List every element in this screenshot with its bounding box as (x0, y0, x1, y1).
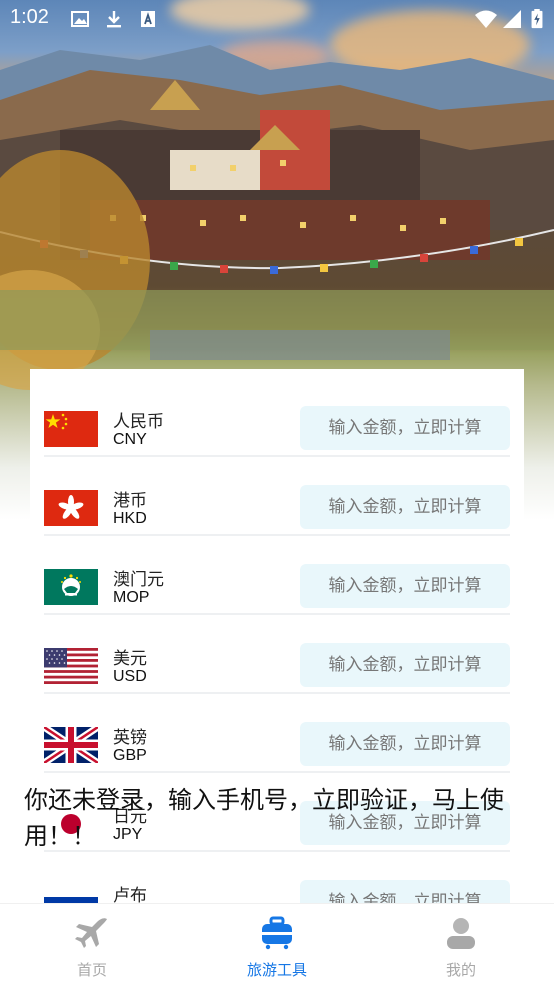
status-bar: 1:02 (0, 0, 554, 38)
nav-label: 首页 (76, 961, 107, 979)
currency-code: CNY (113, 431, 147, 448)
currency-name: 港币 (113, 491, 147, 511)
login-toast: 你还未登录，输入手机号，立即验证，马上使用！！ (24, 786, 504, 850)
bottom-nav: 首页 旅游工具 我的 (0, 903, 554, 985)
download-icon (107, 11, 121, 28)
font-icon (141, 11, 155, 27)
nav-item-home[interactable]: 首页 (32, 904, 152, 985)
status-time: 1:02 (10, 6, 49, 28)
cell-signal-icon (503, 10, 521, 28)
china-flag-icon (44, 411, 98, 447)
image-icon (71, 11, 89, 27)
currency-row-gbp: 英镑 GBP (44, 722, 510, 773)
currency-row-cny: 人民币 CNY (44, 406, 510, 457)
battery-icon (531, 9, 543, 29)
uk-flag-icon (44, 727, 98, 763)
currency-row-usd: 美元 USD (44, 643, 510, 694)
currency-code: HKD (113, 510, 147, 527)
amount-input-mop[interactable] (300, 564, 510, 608)
nav-label: 我的 (445, 961, 476, 979)
amount-input-gbp[interactable] (300, 722, 510, 766)
amount-input-cny[interactable] (300, 406, 510, 450)
amount-input-usd[interactable] (300, 643, 510, 687)
suitcase-icon (262, 916, 292, 950)
currency-code: USD (113, 668, 147, 685)
hong-kong-flag-icon (44, 490, 98, 526)
user-icon (447, 918, 475, 949)
currency-code: GBP (113, 747, 147, 764)
nav-label: 旅游工具 (246, 961, 307, 979)
nav-item-profile[interactable]: 我的 (401, 904, 521, 985)
currency-row-hkd: 港币 HKD (44, 485, 510, 536)
wifi-icon (475, 10, 497, 28)
currency-name: 英镑 (113, 728, 147, 748)
macau-flag-icon (44, 569, 98, 605)
nav-item-travel-tools[interactable]: 旅游工具 (217, 904, 337, 985)
amount-input-hkd[interactable] (300, 485, 510, 529)
currency-row-mop: 澳门元 MOP (44, 564, 510, 615)
plane-icon (75, 918, 107, 948)
currency-name: 人民币 (113, 412, 164, 432)
us-flag-icon (44, 648, 98, 684)
currency-name: 美元 (113, 649, 147, 669)
currency-code: MOP (113, 589, 150, 606)
currency-name: 澳门元 (113, 570, 164, 590)
